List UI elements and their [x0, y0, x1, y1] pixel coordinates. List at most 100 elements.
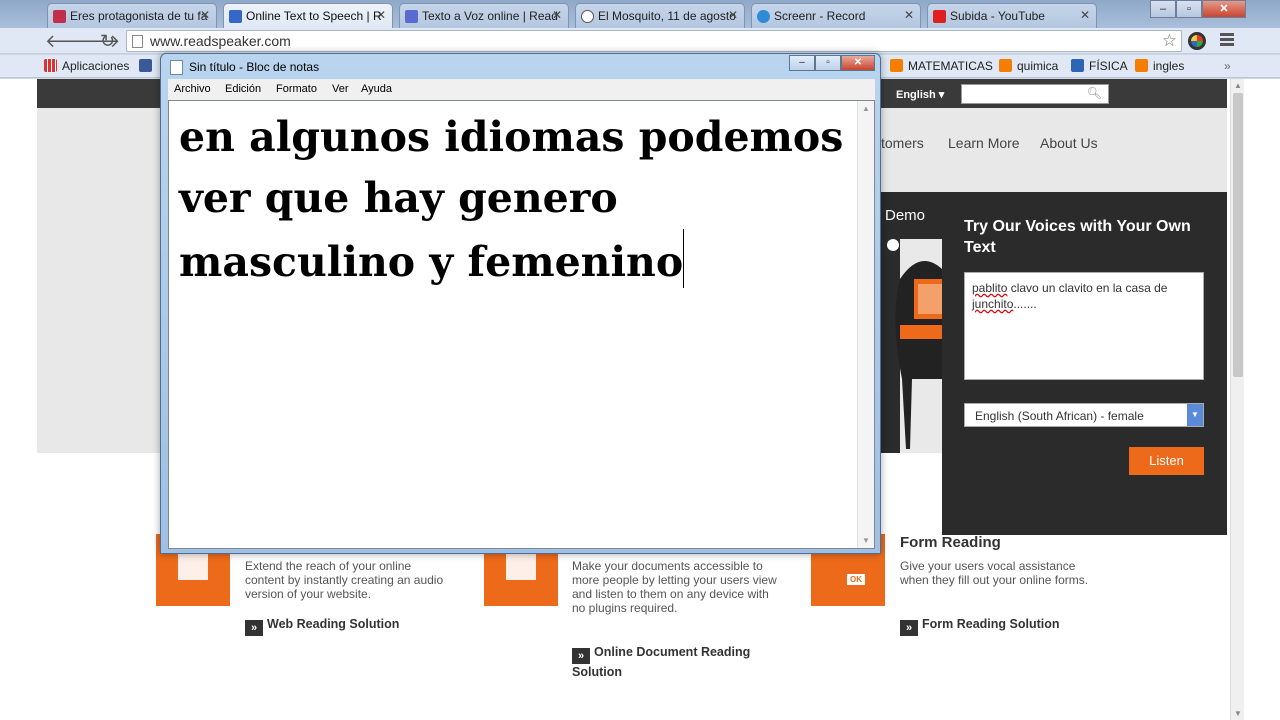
- notepad-close-button[interactable]: ✕: [841, 55, 875, 71]
- voice-select[interactable]: English (South African) - female ▼: [964, 403, 1204, 427]
- notepad-text-area[interactable]: en algunos idiomas podemos ver que hay g…: [168, 100, 875, 549]
- double-arrow-icon: »: [572, 648, 590, 664]
- tab-title: Eres protagonista de tu fa: [70, 9, 208, 23]
- bookmark-item[interactable]: ingles: [1135, 59, 1184, 73]
- youtube-icon: [933, 10, 946, 23]
- bookmark-item[interactable]: FÍSICA: [1071, 59, 1128, 73]
- bookmark-label: quimica: [1017, 59, 1059, 73]
- feature-description: Give your users vocal assistance when th…: [900, 559, 1089, 587]
- address-bar[interactable]: www.readspeaker.com ☆: [126, 30, 1182, 52]
- menu-icon[interactable]: [1220, 33, 1234, 48]
- extension-icon[interactable]: [1188, 32, 1206, 50]
- site-search-input[interactable]: 🔍︎: [961, 84, 1109, 104]
- search-icon[interactable]: 🔍︎: [1087, 86, 1102, 100]
- spelling-word: pablito: [972, 281, 1008, 295]
- tab-title: El Mosquito, 11 de agosto: [598, 9, 736, 23]
- page-icon: [132, 35, 143, 48]
- page-scrollbar[interactable]: ▲ ▼: [1230, 79, 1244, 720]
- notepad-window: Sin título - Bloc de notas – ▫ ✕ Archivo…: [160, 53, 881, 554]
- close-tab-icon[interactable]: ✕: [904, 8, 914, 22]
- bookmark-star-icon[interactable]: ☆: [1162, 31, 1177, 51]
- feature-title: Form Reading: [900, 534, 1001, 551]
- tab-favicon: [757, 10, 770, 23]
- apps-label: Aplicaciones: [62, 59, 130, 73]
- close-tab-icon[interactable]: ✕: [376, 8, 386, 22]
- notepad-content: en algunos idiomas podemos ver que hay g…: [179, 107, 849, 293]
- browser-tab-strip: Eres protagonista de tu fa ✕ Online Text…: [0, 0, 1280, 28]
- tab-favicon: [53, 10, 66, 23]
- scroll-down-icon[interactable]: ▼: [1234, 709, 1242, 718]
- scroll-up-icon[interactable]: ▲: [862, 104, 870, 113]
- browser-tab[interactable]: Eres protagonista de tu fa ✕: [47, 3, 217, 28]
- form-reading-link[interactable]: » Form Reading Solution: [900, 616, 1060, 636]
- notepad-scrollbar[interactable]: ▲ ▼: [857, 101, 874, 548]
- close-tab-icon[interactable]: ✕: [1080, 8, 1090, 22]
- close-window-button[interactable]: ✕: [1202, 0, 1246, 18]
- link-label: Online Document Reading Solution: [572, 645, 751, 679]
- double-arrow-icon: »: [900, 620, 918, 636]
- scroll-up-icon[interactable]: ▲: [1234, 81, 1242, 90]
- close-tab-icon[interactable]: ✕: [200, 8, 210, 22]
- tab-title: Screenr - Record: [774, 9, 866, 23]
- browser-tab-active[interactable]: Online Text to Speech | R ✕: [223, 3, 393, 28]
- chevron-down-icon[interactable]: ▼: [1187, 404, 1203, 426]
- browser-toolbar: 🡐 🡒 ↻ www.readspeaker.com ☆: [0, 28, 1280, 54]
- globe-icon: [581, 10, 594, 23]
- page-icon: [1071, 59, 1084, 72]
- menu-item-archivo[interactable]: Archivo: [174, 83, 211, 95]
- document-reading-link[interactable]: » Online Document Reading Solution: [572, 644, 772, 680]
- notepad-maximize-button[interactable]: ▫: [815, 55, 841, 71]
- apps-shortcut[interactable]: Aplicaciones: [44, 59, 129, 73]
- close-tab-icon[interactable]: ✕: [728, 8, 738, 22]
- double-arrow-icon: »: [245, 620, 263, 636]
- tab-favicon: [229, 10, 242, 23]
- web-reading-link[interactable]: » Web Reading Solution: [245, 616, 399, 636]
- menu-item-formato[interactable]: Formato: [276, 83, 317, 95]
- voice-selected-value: English (South African) - female: [975, 409, 1144, 423]
- notepad-title: Sin título - Bloc de notas: [189, 60, 320, 74]
- nav-link-customers[interactable]: tomers: [881, 135, 924, 151]
- minimize-window-button[interactable]: –: [1150, 0, 1176, 18]
- browser-tab[interactable]: Subida - YouTube ✕: [927, 3, 1097, 28]
- language-selector[interactable]: English ▾: [896, 88, 944, 101]
- tab-title: Texto a Voz online | Read: [422, 9, 558, 23]
- bookmark-item[interactable]: quimica: [999, 59, 1058, 73]
- ok-badge: OK: [847, 574, 865, 585]
- notepad-icon: [170, 60, 183, 75]
- bookmark-item[interactable]: MATEMATICAS: [890, 59, 993, 73]
- url-text: www.readspeaker.com: [150, 33, 291, 49]
- browser-tab[interactable]: Texto a Voz online | Read ✕: [399, 3, 569, 28]
- bookmark-label: FÍSICA: [1089, 59, 1128, 73]
- person-illustration: [887, 239, 942, 453]
- scroll-down-icon[interactable]: ▼: [862, 536, 870, 545]
- text-segment: clavo un clavito en la casa de: [1007, 281, 1168, 295]
- browser-tab[interactable]: El Mosquito, 11 de agosto ✕: [575, 3, 745, 28]
- bookmark-label: MATEMATICAS: [908, 59, 993, 73]
- reload-icon[interactable]: ↻: [100, 32, 115, 50]
- demo-label: Demo: [885, 207, 926, 224]
- blogger-icon: [1135, 59, 1148, 72]
- listen-button[interactable]: Listen: [1129, 447, 1204, 475]
- text-caret: [683, 229, 685, 288]
- nav-link-about-us[interactable]: About Us: [1040, 135, 1098, 151]
- tab-title: Subida - YouTube: [950, 9, 1045, 23]
- facebook-icon: [139, 59, 152, 72]
- blogger-icon: [999, 59, 1012, 72]
- scrollbar-thumb[interactable]: [1233, 93, 1243, 377]
- facebook-bookmark[interactable]: [139, 59, 157, 73]
- maximize-window-button[interactable]: ▫: [1176, 0, 1202, 18]
- nav-link-learn-more[interactable]: Learn More: [948, 135, 1020, 151]
- menu-item-edicion[interactable]: Edición: [225, 83, 261, 95]
- close-tab-icon[interactable]: ✕: [552, 8, 562, 22]
- bookmarks-overflow-icon[interactable]: »: [1224, 59, 1231, 73]
- browser-tab[interactable]: Screenr - Record ✕: [751, 3, 921, 28]
- notepad-menu-bar: Archivo Edición Formato Ver Ayuda: [168, 79, 875, 100]
- text-segment: .......: [1013, 297, 1037, 311]
- menu-item-ver[interactable]: Ver: [332, 83, 349, 95]
- link-label: Form Reading Solution: [922, 617, 1060, 631]
- tab-favicon: [405, 10, 418, 23]
- demo-text-area[interactable]: pablito clavo un clavito en la casa de j…: [964, 272, 1204, 380]
- menu-item-ayuda[interactable]: Ayuda: [361, 83, 392, 95]
- feature-description: Extend the reach of your online content …: [245, 559, 444, 601]
- notepad-minimize-button[interactable]: –: [789, 55, 815, 71]
